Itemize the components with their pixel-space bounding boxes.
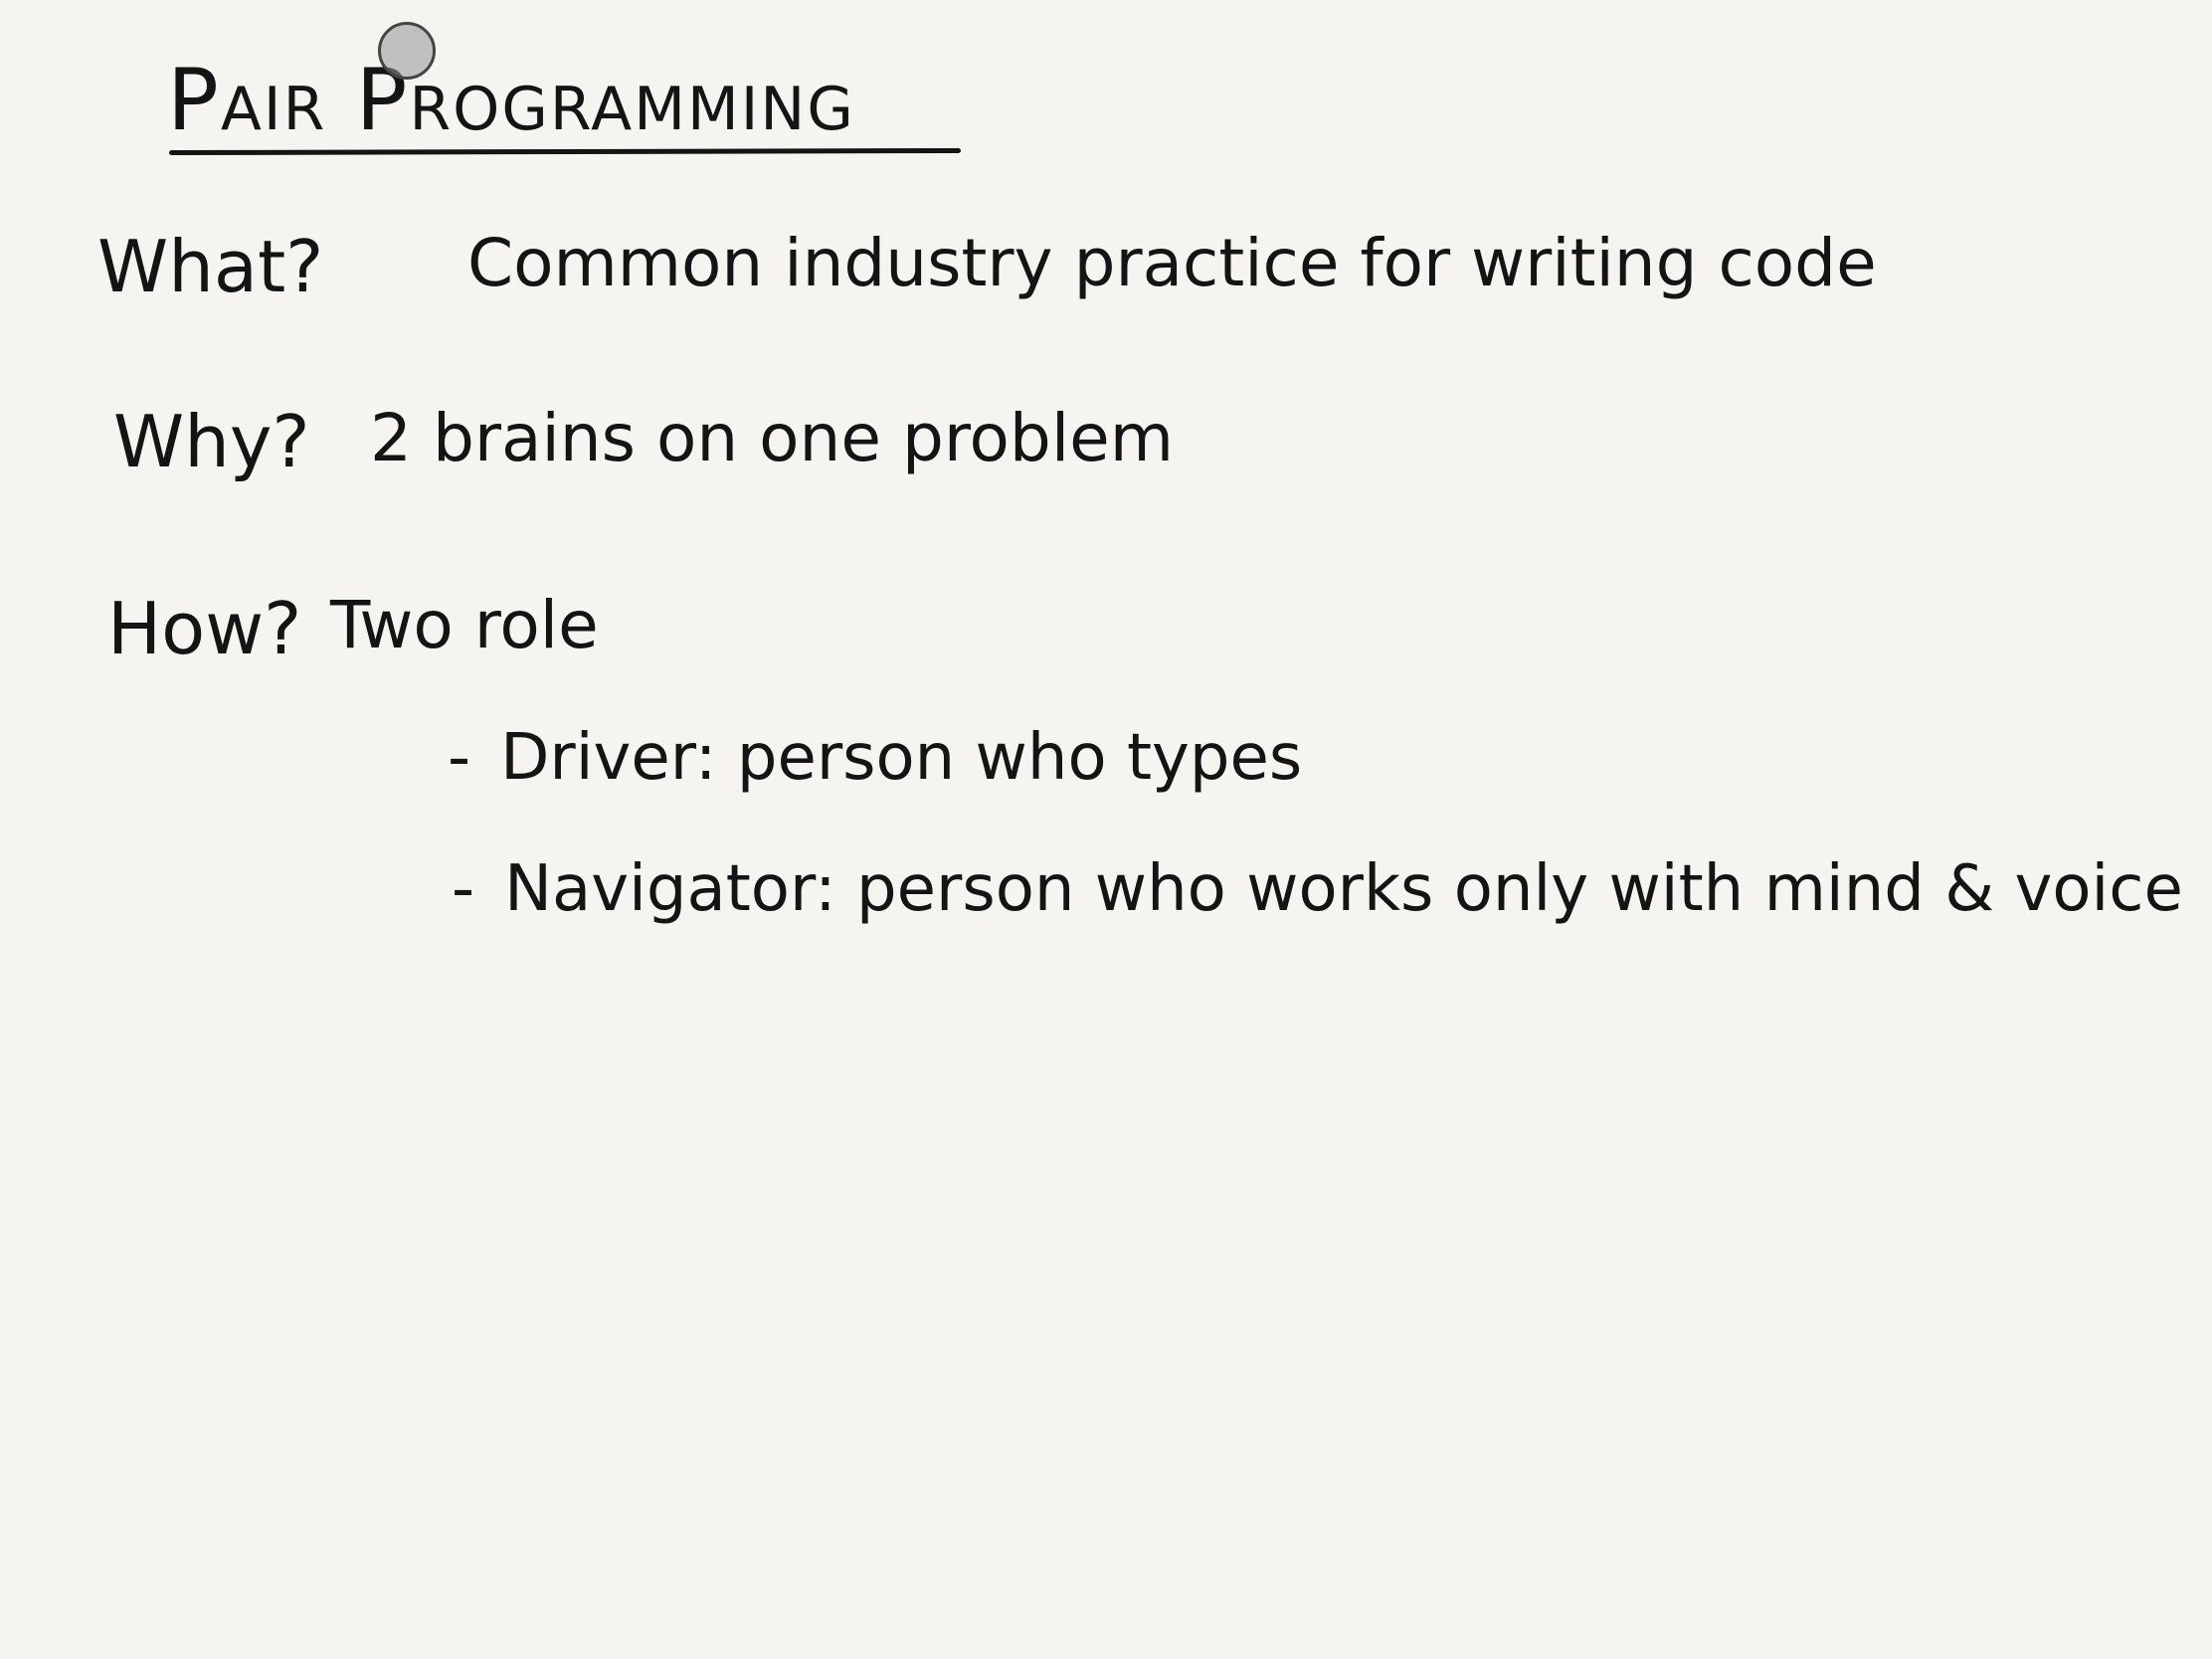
bullet-dash: - bbox=[452, 852, 475, 926]
role-driver: - Driver: person who types bbox=[448, 726, 1302, 790]
why-answer: 2 brains on one problem bbox=[370, 400, 1175, 476]
how-answer: Two role bbox=[330, 587, 599, 663]
why-question: Why? bbox=[113, 400, 310, 483]
role-navigator-text: Navigator: person who works only with mi… bbox=[504, 852, 2183, 926]
note-canvas: Pair Programming What? Common industry p… bbox=[0, 0, 2212, 1659]
role-navigator: - Navigator: person who works only with m… bbox=[452, 857, 2183, 921]
pointer-cursor-icon bbox=[378, 22, 436, 80]
note-title: Pair Programming bbox=[167, 51, 855, 150]
title-underline bbox=[168, 147, 962, 156]
what-question: What? bbox=[97, 225, 324, 308]
role-driver-text: Driver: person who types bbox=[500, 721, 1303, 795]
how-question: How? bbox=[107, 587, 302, 670]
bullet-dash: - bbox=[448, 721, 471, 795]
what-answer: Common industry practice for writing cod… bbox=[467, 225, 1877, 301]
